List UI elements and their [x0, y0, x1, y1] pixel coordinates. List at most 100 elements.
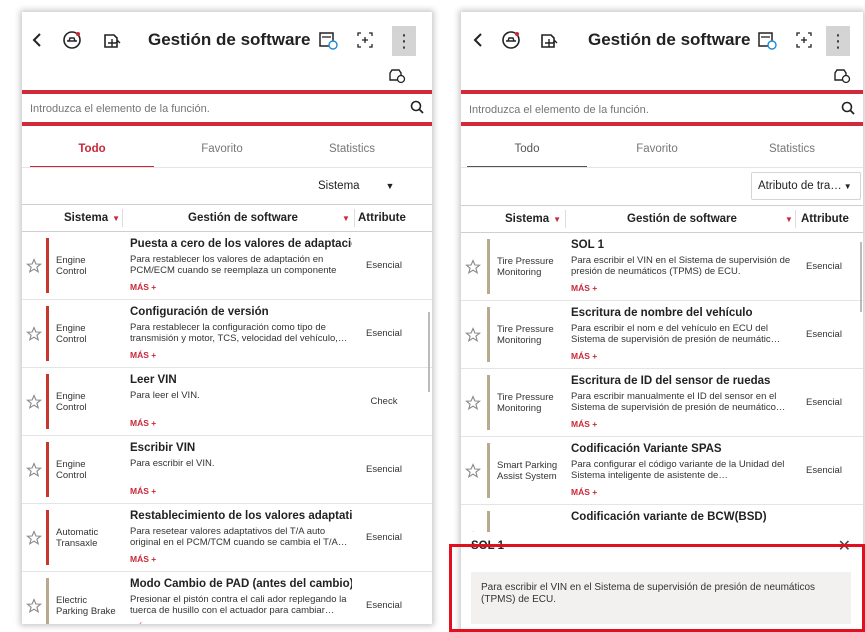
expand-icon[interactable] [793, 28, 815, 52]
sort-icon[interactable]: ▼ [785, 215, 793, 224]
row-description: Presionar el pistón contra el cali ador … [130, 594, 347, 616]
table-row[interactable]: Engine Control Escribir VIN Para escribir … [22, 436, 432, 504]
row-attribute: Esencial [366, 532, 402, 543]
search-icon[interactable] [841, 101, 855, 120]
star-icon[interactable] [25, 598, 44, 616]
table-row[interactable]: Engine Control Leer VIN Para leer el VIN. M… [22, 368, 432, 436]
table-header: Sistema ▼ Gestión de software ▼ Attribute [461, 205, 863, 233]
row-system: Tire Pressure Monitoring [497, 256, 554, 278]
column-system[interactable]: Sistema ▼ [505, 206, 561, 232]
tab-statistics[interactable]: Statistics [727, 134, 857, 168]
more-link[interactable]: MÁS + [571, 487, 597, 497]
system-dropdown[interactable]: Sistema ▼ [318, 176, 394, 196]
column-system[interactable]: Sistema ▼ [64, 205, 120, 231]
row-title: Escribir VIN [130, 442, 196, 454]
vehicle-scan-icon[interactable] [60, 28, 84, 52]
star-icon[interactable] [464, 259, 483, 277]
more-link[interactable]: MÁS + [130, 486, 156, 496]
column-software[interactable]: Gestión de software [188, 205, 298, 231]
search-input[interactable] [469, 99, 809, 121]
category-color-bar [46, 578, 49, 624]
vehicle-badge-icon[interactable] [316, 28, 340, 52]
more-link[interactable]: MÁS + [130, 282, 156, 292]
column-attribute[interactable]: Attribute [358, 205, 406, 231]
row-description: Para escribir el VIN en el Sistema de su… [571, 255, 791, 277]
more-link[interactable]: MÁS + [130, 622, 156, 624]
row-attribute: Esencial [806, 261, 842, 272]
dropdown-value: Sistema [318, 180, 360, 192]
search-icon[interactable] [410, 100, 424, 119]
tab-todo[interactable]: Todo [467, 134, 587, 168]
tab-statistics[interactable]: Statistics [292, 134, 412, 168]
more-vertical-icon[interactable]: ⋮ [392, 26, 416, 56]
more-link[interactable]: MÁS + [571, 419, 597, 429]
vehicle-settings-icon[interactable] [388, 68, 406, 89]
vehicle-scan-icon[interactable] [499, 28, 523, 52]
star-icon[interactable] [464, 327, 483, 345]
tab-favorito[interactable]: Favorito [597, 134, 717, 168]
more-link[interactable]: MÁS + [130, 554, 156, 564]
category-color-bar [46, 374, 49, 429]
tab-favorito[interactable]: Favorito [162, 134, 282, 168]
app-header: Gestión de software ⋮ [461, 12, 863, 68]
vehicle-upload-icon[interactable] [537, 28, 561, 52]
category-color-bar [487, 307, 490, 362]
tab-todo[interactable]: Todo [30, 134, 154, 168]
more-link[interactable]: MÁS + [130, 418, 156, 428]
star-icon[interactable] [25, 462, 44, 480]
more-vertical-icon[interactable]: ⋮ [826, 26, 850, 56]
back-arrow-icon[interactable] [28, 28, 46, 52]
more-link[interactable]: MÁS + [130, 350, 156, 360]
tab-bar: Todo Favorito Statistics [461, 134, 863, 168]
row-attribute: Esencial [366, 464, 402, 475]
star-icon[interactable] [25, 530, 44, 548]
table-row[interactable]: Electric Parking Brake Modo Cambio de PAD… [22, 572, 432, 624]
expand-icon[interactable] [354, 28, 376, 52]
more-link[interactable]: MÁS + [571, 351, 597, 361]
table-row[interactable]: Automatic Transaxle Restablecimiento de l… [22, 504, 432, 572]
star-icon[interactable] [464, 463, 483, 481]
vehicle-upload-icon[interactable] [100, 28, 124, 52]
red-divider [461, 122, 863, 126]
caret-down-icon: ▼ [843, 181, 852, 191]
table-row[interactable]: Tire Pressure Monitoring Escritura de nom… [461, 301, 863, 369]
row-attribute: Esencial [806, 329, 842, 340]
row-title: SOL 1 [571, 239, 605, 251]
table-row[interactable]: Engine Control Configuración de versión Pa… [22, 300, 432, 368]
row-system: Engine Control [56, 391, 87, 413]
back-arrow-icon[interactable] [469, 28, 487, 52]
tab-bar: Todo Favorito Statistics [22, 134, 432, 168]
table-row[interactable]: Smart Parking Assist System Codificación … [461, 437, 863, 505]
page-title: Gestión de software [148, 30, 311, 49]
search-input[interactable] [30, 98, 370, 120]
star-icon[interactable] [464, 395, 483, 413]
row-attribute: Esencial [366, 260, 402, 271]
vehicle-badge-icon[interactable] [755, 28, 779, 52]
table-row[interactable]: Engine Control Puesta a cero de los valor… [22, 232, 432, 300]
row-title: Configuración de versión [130, 306, 269, 318]
row-title: Puesta a cero de los valores de adaptaci… [130, 238, 352, 250]
row-attribute: Check [370, 396, 398, 407]
star-icon[interactable] [25, 394, 44, 412]
table-row[interactable]: Tire Pressure Monitoring Escritura de ID … [461, 369, 863, 437]
row-description: Para escribir el nom e del vehículo en E… [571, 323, 781, 345]
column-software[interactable]: Gestión de software [627, 206, 737, 232]
row-description: Para leer el VIN. [130, 390, 200, 401]
row-title: Modo Cambio de PAD (antes del cambio) [130, 578, 352, 590]
right-phone-screen: Gestión de software ⋮ Todo Favorito Stat… [461, 12, 863, 632]
sort-icon[interactable]: ▼ [342, 214, 350, 223]
star-icon[interactable] [25, 326, 44, 344]
star-icon[interactable] [25, 258, 44, 276]
page-title: Gestión de software [588, 30, 751, 49]
attribute-dropdown[interactable]: Atributo de tra… ▼ [751, 172, 861, 200]
row-description: Para configurar el código variante de la… [571, 459, 785, 481]
more-link[interactable]: MÁS + [571, 283, 597, 293]
table-header: Sistema ▼ Gestión de software ▼ Attribute [22, 204, 432, 232]
row-attribute: Esencial [366, 600, 402, 611]
column-attribute[interactable]: Attribute [801, 206, 849, 232]
vehicle-settings-icon[interactable] [833, 68, 851, 89]
category-color-bar [487, 375, 490, 430]
row-title: Escritura de ID del sensor de ruedas [571, 375, 771, 387]
dropdown-value: Atributo de tra… [758, 180, 842, 192]
table-row[interactable]: Tire Pressure Monitoring SOL 1 Para escrib… [461, 233, 863, 301]
